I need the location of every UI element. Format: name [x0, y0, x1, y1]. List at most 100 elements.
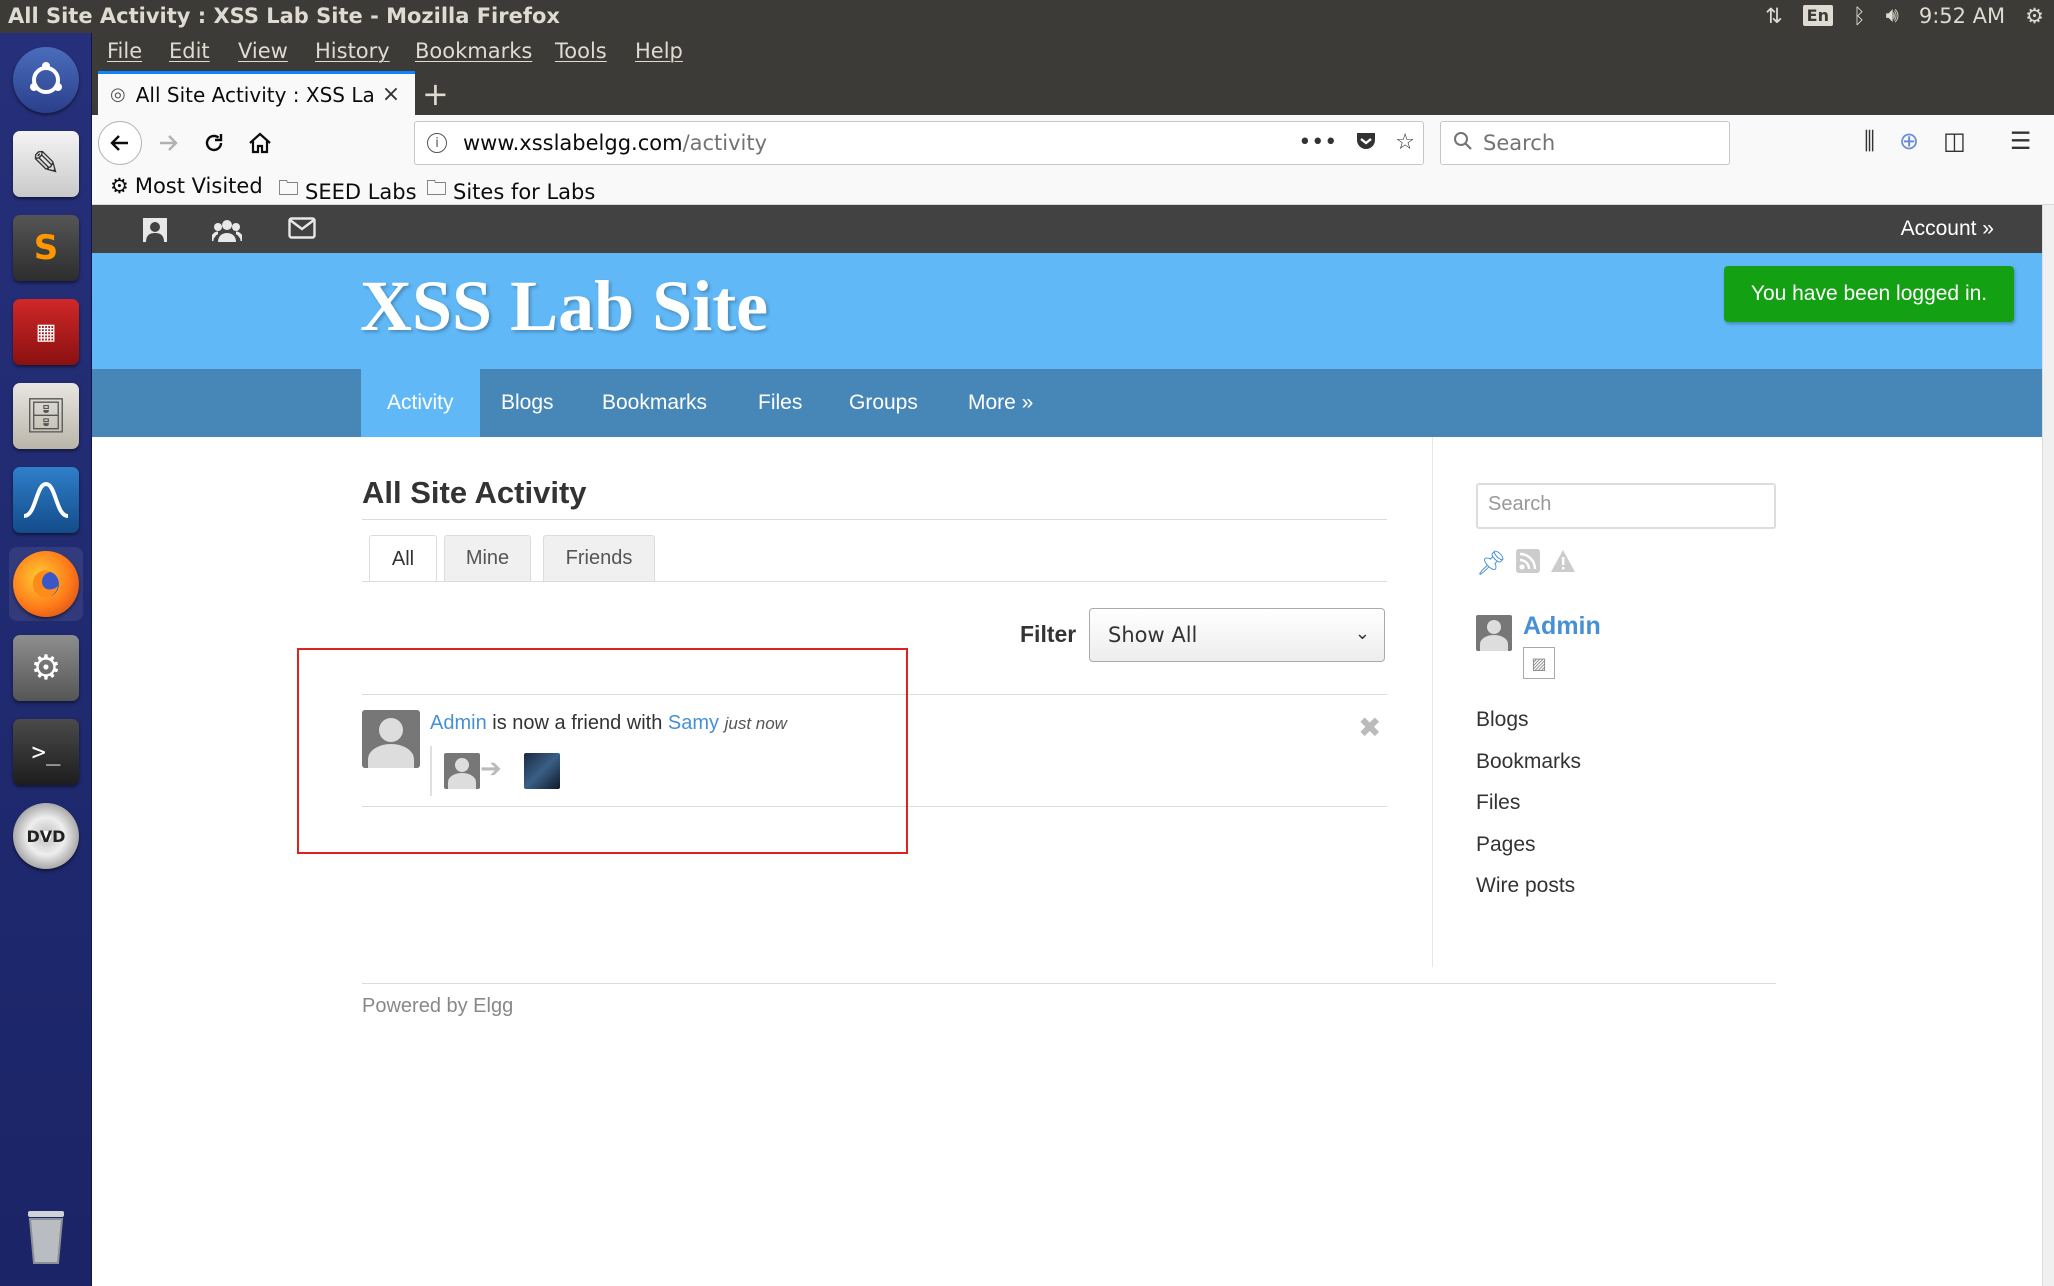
red-highlight-annotation	[297, 648, 908, 854]
system-monitor-launcher-icon[interactable]: ▦	[9, 295, 83, 369]
delete-x-icon[interactable]: ✖	[1358, 711, 1381, 744]
page-scrollbar[interactable]	[2042, 205, 2054, 1286]
menu-tools[interactable]: Tools	[555, 39, 607, 63]
sidebar-link-pages[interactable]: Pages	[1476, 833, 1536, 857]
bookmarks-toolbar: ⚙ Most Visited 🗀 SEED Labs 🗀 Sites for L…	[92, 171, 2054, 205]
keyboard-layout-indicator[interactable]: En	[1802, 5, 1833, 26]
sidebar-toggle-icon[interactable]: ◫	[1943, 127, 1966, 155]
tab-all-site-activity[interactable]: ◎ All Site Activity : XSS Lab ×	[98, 71, 415, 115]
navigation-toolbar: i www.xsslabelgg.com/activity ••• ☆ Sear…	[92, 115, 2054, 171]
firefox-launcher-icon[interactable]	[9, 547, 83, 621]
url-bar[interactable]: i www.xsslabelgg.com/activity ••• ☆	[414, 121, 1424, 165]
window-title: All Site Activity : XSS Lab Site - Mozil…	[8, 4, 560, 28]
owner-name-link[interactable]: Admin	[1523, 612, 1601, 641]
bookmark-sites-for-labs[interactable]: 🗀 Sites for Labs	[426, 174, 595, 209]
menu-help[interactable]: Help	[635, 39, 683, 63]
bookmark-most-visited[interactable]: ⚙ Most Visited	[110, 174, 263, 198]
menu-bookmarks[interactable]: Bookmarks	[415, 39, 532, 63]
rss-icon[interactable]	[1516, 549, 1541, 579]
web-page: Account » XSS Lab Site You have been log…	[92, 205, 2042, 1286]
site-menu-bookmarks[interactable]: Bookmarks	[576, 369, 733, 437]
bookmark-star-icon[interactable]: ☆	[1395, 130, 1415, 158]
tabs-divider	[362, 581, 1387, 582]
pocket-icon[interactable]	[1355, 130, 1377, 158]
messages-envelope-icon[interactable]	[288, 217, 316, 245]
url-host: www.xsslabelgg.com	[463, 131, 683, 155]
sidebar-link-blogs[interactable]: Blogs	[1476, 708, 1529, 732]
bluetooth-icon[interactable]: ᛒ	[1853, 4, 1866, 28]
tab-strip: ◎ All Site Activity : XSS Lab × +	[92, 71, 2054, 115]
sublime-text-launcher-icon[interactable]: S	[9, 211, 83, 285]
unity-launcher: ✎ S ▦ 🗄︎ ⚙ >_ DVD	[0, 33, 92, 1286]
broken-image-icon: ▨	[1523, 647, 1555, 679]
system-message-success[interactable]: You have been logged in.	[1724, 266, 2014, 322]
system-tray: ⇅ En ᛒ 🔊︎ 9:52 AM ⚙	[1765, 3, 2044, 28]
home-button[interactable]	[240, 123, 280, 163]
menu-history[interactable]: History	[315, 39, 390, 63]
trash-launcher-icon[interactable]	[9, 1199, 83, 1273]
sidebar-search-input[interactable]: Search	[1476, 483, 1776, 529]
system-settings-launcher-icon[interactable]: ⚙	[9, 631, 83, 705]
profile-icon[interactable]	[142, 217, 168, 249]
wireshark-launcher-icon[interactable]	[9, 463, 83, 537]
toolbar-right-icons: ⫼ ⊕ ◫ ☰	[1864, 127, 2031, 155]
bookmark-seed-labs[interactable]: 🗀 SEED Labs	[278, 174, 417, 209]
new-tab-button[interactable]: +	[422, 75, 449, 113]
tab-friends[interactable]: Friends	[543, 535, 655, 581]
footer-powered-by[interactable]: Powered by Elgg	[362, 995, 513, 1018]
account-menu-link[interactable]: Account »	[1901, 217, 1994, 241]
filter-select[interactable]: Show All ⌄	[1089, 608, 1385, 662]
gear-icon: ⚙	[110, 174, 129, 198]
menu-file[interactable]: File	[107, 39, 142, 63]
menu-edit[interactable]: Edit	[169, 39, 210, 63]
text-editor-launcher-icon[interactable]: ✎	[9, 127, 83, 201]
url-text[interactable]: www.xsslabelgg.com/activity	[463, 131, 767, 155]
search-placeholder: Search	[1483, 131, 1556, 155]
chevron-down-icon: ⌄	[1354, 623, 1370, 644]
folder-icon: 🗀	[426, 176, 447, 200]
page-actions-icon[interactable]: •••	[1298, 130, 1337, 158]
site-title[interactable]: XSS Lab Site	[360, 265, 768, 348]
bookmark-label: SEED Labs	[305, 179, 417, 204]
pin-icon[interactable]: 📌︎	[1476, 549, 1506, 579]
sidebar-link-wire-posts[interactable]: Wire posts	[1476, 874, 1575, 898]
filter-label: Filter	[1020, 621, 1077, 647]
back-button[interactable]	[98, 121, 142, 165]
tab-favicon-icon: ◎	[110, 84, 126, 105]
reload-icon	[205, 134, 223, 152]
owner-avatar[interactable]	[1476, 615, 1512, 651]
clock[interactable]: 9:52 AM	[1919, 4, 2005, 28]
site-menu: Activity Blogs Bookmarks Files Groups Mo…	[92, 369, 2042, 437]
filter-selected-value: Show All	[1108, 623, 1198, 647]
files-launcher-icon[interactable]: 🗄︎	[9, 379, 83, 453]
site-menu-more[interactable]: More »	[942, 369, 1059, 437]
sidebar-link-files[interactable]: Files	[1476, 791, 1520, 815]
elgg-topbar: Account »	[92, 205, 2042, 253]
page-title: All Site Activity	[362, 475, 587, 510]
hamburger-menu-icon[interactable]: ☰	[2010, 127, 2032, 155]
menu-view[interactable]: View	[238, 39, 288, 63]
sidebar-search-placeholder: Search	[1488, 493, 1552, 515]
site-menu-files[interactable]: Files	[732, 369, 828, 437]
site-menu-groups[interactable]: Groups	[823, 369, 944, 437]
friends-icon[interactable]	[210, 217, 244, 249]
site-menu-blogs[interactable]: Blogs	[475, 369, 580, 437]
addon-icon[interactable]: ⊕	[1899, 127, 1919, 155]
tab-mine[interactable]: Mine	[444, 535, 531, 581]
tab-close-icon[interactable]: ×	[382, 82, 400, 107]
volume-icon[interactable]: 🔊︎	[1886, 3, 1899, 28]
warning-report-icon[interactable]	[1550, 549, 1576, 579]
dash-launcher-icon[interactable]	[9, 43, 83, 117]
terminal-launcher-icon[interactable]: >_	[9, 715, 83, 789]
power-gear-icon[interactable]: ⚙	[2025, 4, 2044, 28]
site-menu-activity[interactable]: Activity	[361, 369, 480, 437]
forward-button[interactable]	[148, 123, 188, 163]
network-icon[interactable]: ⇅	[1765, 4, 1783, 28]
library-icon[interactable]: ⫼	[1864, 127, 1875, 155]
reload-button[interactable]	[194, 123, 234, 163]
dvd-launcher-icon[interactable]: DVD	[9, 799, 83, 873]
browser-search-bar[interactable]: Search	[1440, 121, 1730, 165]
site-info-icon[interactable]: i	[427, 133, 447, 153]
sidebar-link-bookmarks[interactable]: Bookmarks	[1476, 750, 1581, 774]
tab-all[interactable]: All	[369, 535, 437, 582]
